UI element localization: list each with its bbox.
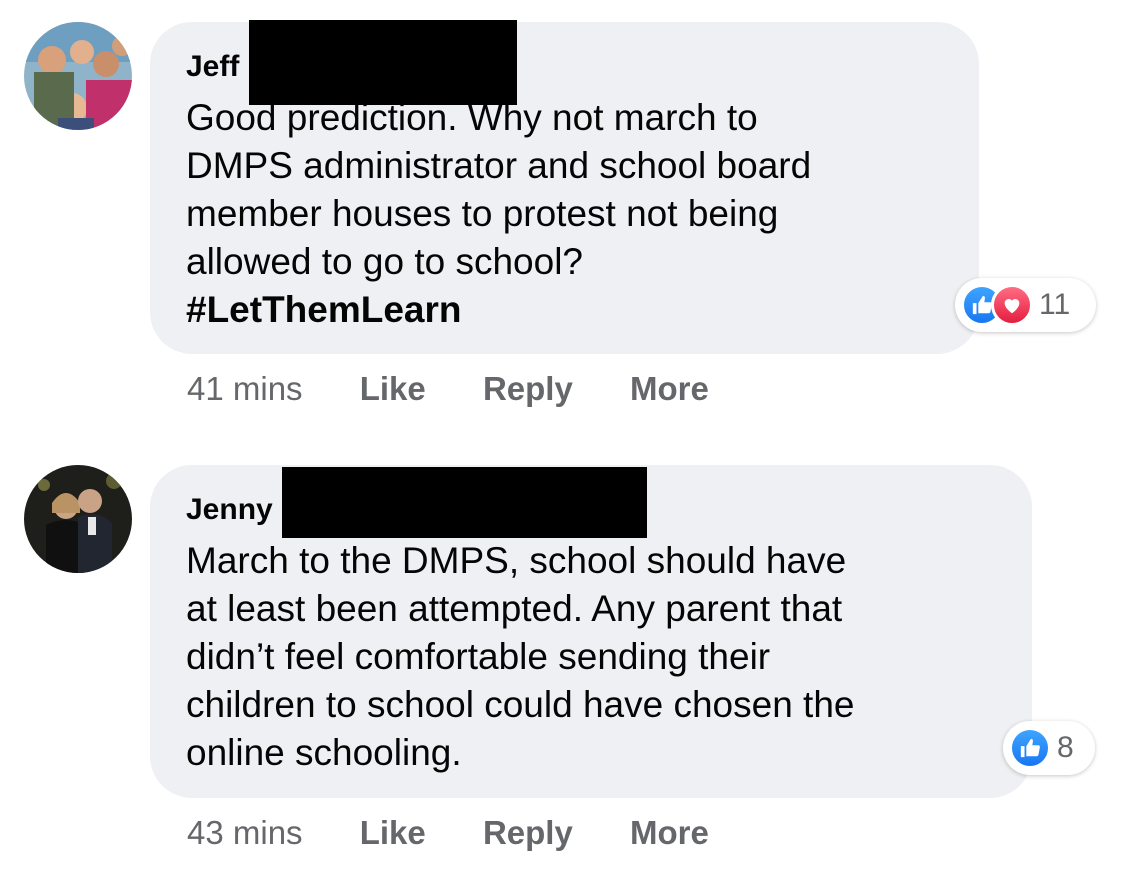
avatar-photo	[24, 22, 132, 130]
comment-text: Good prediction. Why not march to DMPS a…	[186, 94, 943, 334]
reaction-count: 8	[1057, 731, 1074, 764]
like-button[interactable]: Like	[360, 370, 426, 408]
love-reaction-icon	[991, 284, 1033, 326]
more-button[interactable]: More	[630, 370, 709, 408]
comment-timestamp[interactable]: 43 mins	[187, 814, 303, 852]
hashtag-link[interactable]: #LetThemLearn	[186, 286, 943, 334]
comment-actions: 41 mins Like Reply More	[187, 370, 709, 408]
more-button[interactable]: More	[630, 814, 709, 852]
comment-timestamp[interactable]: 41 mins	[187, 370, 303, 408]
avatar[interactable]	[24, 465, 132, 573]
like-button[interactable]: Like	[360, 814, 426, 852]
redaction-box	[282, 467, 647, 538]
avatar-photo	[24, 465, 132, 573]
like-reaction-icon	[1009, 727, 1051, 769]
redaction-box	[249, 20, 517, 105]
reply-button[interactable]: Reply	[483, 370, 573, 408]
reply-button[interactable]: Reply	[483, 814, 573, 852]
comment-actions: 43 mins Like Reply More	[187, 814, 709, 852]
comment-text: March to the DMPS, school should have at…	[186, 540, 855, 773]
reaction-count: 11	[1039, 288, 1071, 321]
avatar[interactable]	[24, 22, 132, 130]
reaction-summary[interactable]: 11	[955, 278, 1096, 332]
reaction-summary[interactable]: 8	[1003, 721, 1095, 775]
comment-body: Good prediction. Why not march to DMPS a…	[186, 97, 812, 282]
